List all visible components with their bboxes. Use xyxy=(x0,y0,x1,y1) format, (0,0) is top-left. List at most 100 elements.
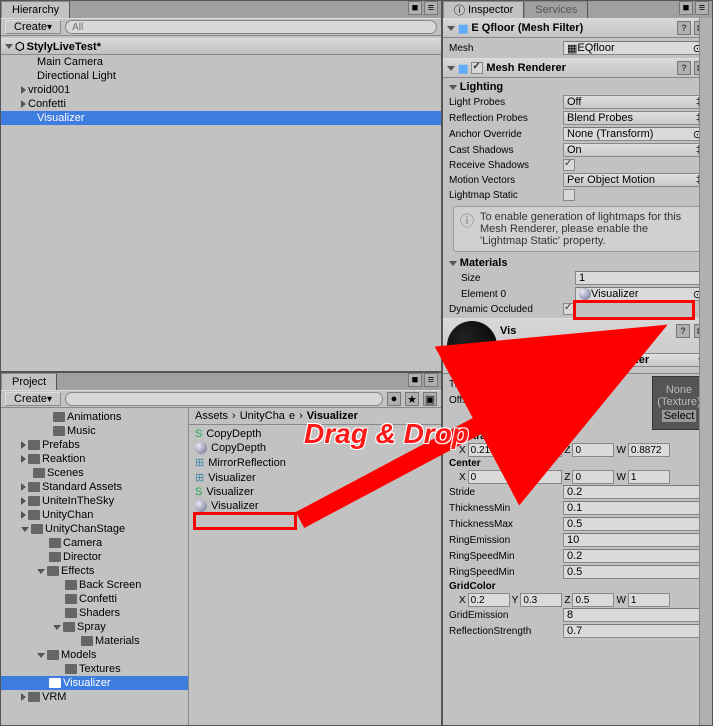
folder-item[interactable]: UnityChan xyxy=(1,508,188,522)
foldout-icon[interactable] xyxy=(21,693,26,701)
foldout-icon[interactable] xyxy=(37,569,45,574)
foldout-icon[interactable] xyxy=(21,527,29,532)
shader-dropdown[interactable]: Custom/Visualizer▾ xyxy=(550,353,708,367)
folder-item[interactable]: Director xyxy=(1,550,188,564)
spectra-x-field[interactable] xyxy=(468,443,510,457)
light-probes-dropdown[interactable]: Off‡ xyxy=(563,95,706,109)
foldout-icon[interactable] xyxy=(447,26,455,31)
asset-item[interactable]: ⊞Visualizer xyxy=(189,470,441,485)
offset-y-field[interactable] xyxy=(554,393,596,407)
cast-shadows-dropdown[interactable]: On‡ xyxy=(563,143,706,157)
create-button[interactable]: Create ▾ xyxy=(5,20,61,34)
spectra-z-field[interactable] xyxy=(572,443,614,457)
gridemission-field[interactable]: 8 xyxy=(563,608,706,622)
breadcrumb-part[interactable]: UnityCha xyxy=(240,410,285,422)
mesh-field[interactable]: ▦EQfloor⊙ xyxy=(563,41,706,55)
save-search-icon[interactable]: ▣ xyxy=(423,392,437,406)
folder-item-visualizer[interactable]: Visualizer xyxy=(1,676,188,690)
ringspeedmin2-field[interactable]: 0.5 xyxy=(563,565,706,579)
panel-menu-icon[interactable]: ≡ xyxy=(695,1,709,15)
foldout-icon[interactable] xyxy=(21,441,26,449)
receive-shadows-checkbox[interactable] xyxy=(563,159,575,171)
hierarchy-tab[interactable]: Hierarchy xyxy=(1,1,70,18)
center-w-field[interactable] xyxy=(628,470,670,484)
foldout-icon[interactable] xyxy=(21,511,26,519)
project-search-input[interactable] xyxy=(65,392,383,406)
component-enable-checkbox[interactable] xyxy=(471,62,483,74)
reflectionstrength-field[interactable]: 0.7 xyxy=(563,624,706,638)
folder-item[interactable]: Music xyxy=(1,424,188,438)
hierarchy-search-input[interactable] xyxy=(65,20,437,34)
spectra-y-field[interactable] xyxy=(520,443,562,457)
ringspeedmin-field[interactable]: 0.2 xyxy=(563,549,706,563)
asset-item-visualizer-material[interactable]: Visualizer xyxy=(189,499,441,513)
hierarchy-item-visualizer[interactable]: Visualizer xyxy=(1,111,441,125)
breadcrumb-part[interactable]: e xyxy=(289,410,295,422)
foldout-icon[interactable] xyxy=(5,44,13,49)
lightmap-static-checkbox[interactable] xyxy=(563,189,575,201)
help-icon[interactable] xyxy=(677,21,691,35)
hierarchy-item[interactable]: Confetti xyxy=(1,97,441,111)
center-y-field[interactable] xyxy=(520,470,562,484)
mesh-renderer-header[interactable]: ▦ Mesh Renderer xyxy=(443,58,712,78)
thicknessmin-field[interactable]: 0.1 xyxy=(563,501,706,515)
folder-item[interactable]: Back Screen xyxy=(1,578,188,592)
tiling-x-field[interactable] xyxy=(502,377,544,391)
grid-y-field[interactable] xyxy=(520,593,562,607)
folder-item[interactable]: UnityChanStage xyxy=(1,522,188,536)
folder-item[interactable]: Standard Assets xyxy=(1,480,188,494)
stride-field[interactable]: 0.2 xyxy=(563,485,706,499)
center-x-field[interactable] xyxy=(468,470,510,484)
hierarchy-item[interactable]: Directional Light xyxy=(1,69,441,83)
scrollbar[interactable] xyxy=(699,18,712,725)
folder-item[interactable]: Camera xyxy=(1,536,188,550)
folder-item[interactable]: Textures xyxy=(1,662,188,676)
hierarchy-item[interactable]: vroid001 xyxy=(1,83,441,97)
asset-item[interactable]: SVisualizer xyxy=(189,485,441,499)
select-button[interactable]: Select xyxy=(662,410,697,422)
scene-row[interactable]: ⬡ StylyLiveTest* xyxy=(1,38,441,55)
asset-item[interactable]: ⊞MirrorReflection xyxy=(189,455,441,470)
reflection-probes-dropdown[interactable]: Blend Probes‡ xyxy=(563,111,706,125)
inspector-tab[interactable]: ⓘ Inspector xyxy=(443,1,524,18)
foldout-icon[interactable] xyxy=(447,66,455,71)
help-icon[interactable] xyxy=(676,324,690,338)
thicknessmax-field[interactable]: 0.5 xyxy=(563,517,706,531)
center-z-field[interactable] xyxy=(572,470,614,484)
filter-icon[interactable]: ● xyxy=(387,392,401,406)
folder-item[interactable]: Models xyxy=(1,648,188,662)
create-button[interactable]: Create ▾ xyxy=(5,392,61,406)
grid-x-field[interactable] xyxy=(468,593,510,607)
foldout-icon[interactable] xyxy=(21,483,26,491)
foldout-icon[interactable] xyxy=(53,625,61,630)
lock-icon[interactable]: ■ xyxy=(408,1,422,15)
lock-icon[interactable]: ■ xyxy=(408,373,422,387)
folder-item[interactable]: Confetti xyxy=(1,592,188,606)
services-tab[interactable]: Services xyxy=(524,1,588,18)
ringemission-field[interactable]: 10 xyxy=(563,533,706,547)
asset-item[interactable]: CopyDepth xyxy=(189,441,441,455)
materials-size-field[interactable]: 1 xyxy=(575,271,706,285)
foldout-icon[interactable] xyxy=(21,100,26,108)
hierarchy-item[interactable]: Main Camera xyxy=(1,55,441,69)
spectra-w-field[interactable] xyxy=(628,443,670,457)
foldout-icon[interactable] xyxy=(37,653,45,658)
texture-slot[interactable]: None (Texture) Select xyxy=(652,376,706,430)
project-tab[interactable]: Project xyxy=(1,373,57,390)
mesh-filter-header[interactable]: ▦ E Qfloor (Mesh Filter) xyxy=(443,18,712,38)
folder-item[interactable]: Animations xyxy=(1,410,188,424)
motion-vectors-dropdown[interactable]: Per Object Motion‡ xyxy=(563,173,706,187)
folder-item[interactable]: Effects xyxy=(1,564,188,578)
offset-x-field[interactable] xyxy=(502,393,544,407)
breadcrumb-part[interactable]: Assets xyxy=(195,410,228,422)
grid-z-field[interactable] xyxy=(572,593,614,607)
folder-item[interactable]: UniteInTheSky xyxy=(1,494,188,508)
favorite-icon[interactable]: ★ xyxy=(405,392,419,406)
foldout-icon[interactable] xyxy=(21,86,26,94)
folder-item[interactable]: Prefabs xyxy=(1,438,188,452)
folder-item[interactable]: Scenes xyxy=(1,466,188,480)
foldout-icon[interactable] xyxy=(21,455,26,463)
material-header[interactable]: Vis Shader Custom/Visualizer▾ xyxy=(443,318,712,374)
folder-item[interactable]: Materials xyxy=(1,634,188,648)
help-icon[interactable] xyxy=(677,61,691,75)
